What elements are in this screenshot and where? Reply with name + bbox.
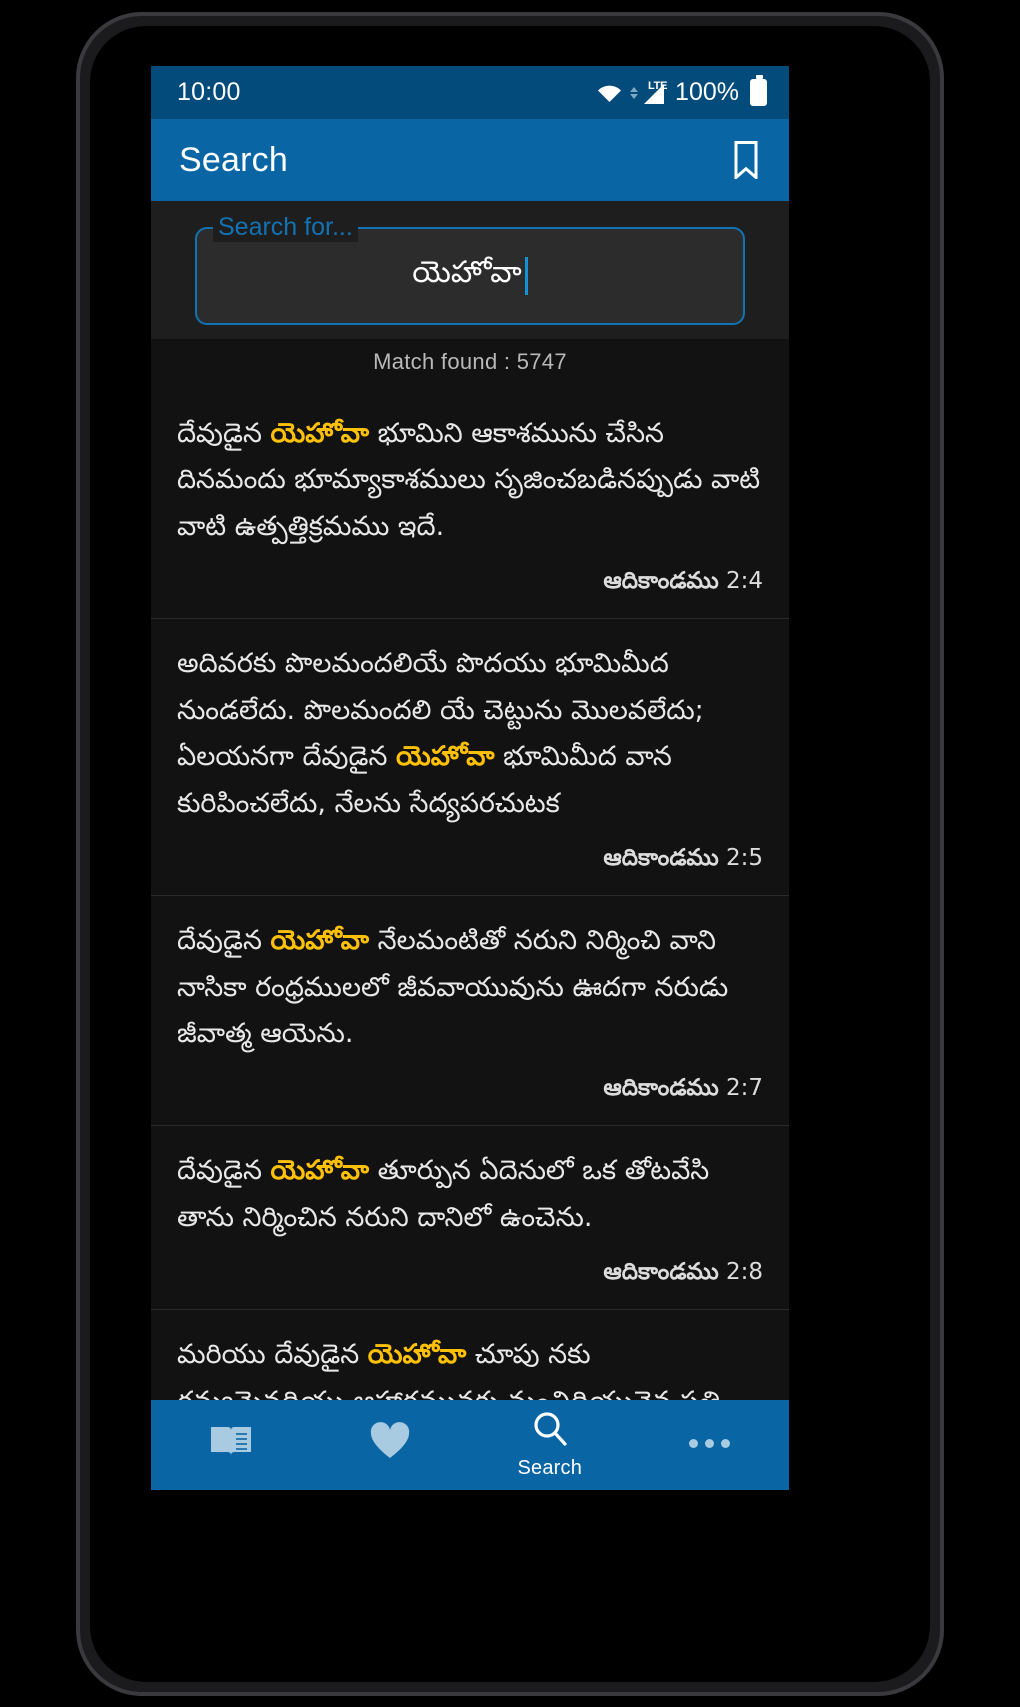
lte-signal-icon: LTE — [643, 79, 668, 105]
search-section: యెహోవా Search for... — [151, 201, 789, 339]
verse-reference: ఆదికాండము 2:7 — [177, 1075, 763, 1107]
search-field-wrapper[interactable]: యెహోవా Search for... — [195, 212, 745, 325]
more-icon — [688, 1438, 730, 1448]
nav-label-search: Search — [517, 1457, 583, 1479]
verse-chapter-verse: 2:8 — [725, 1259, 763, 1286]
search-input-value: యెహోవా — [412, 255, 522, 290]
verse-highlight: యెహోవా — [270, 925, 370, 957]
verse-reference: ఆదికాండము 2:5 — [177, 845, 763, 877]
list-item[interactable]: దేవుడైన యెహోవా తూర్పున ఏదెనులో ఒక తోటవేస… — [151, 1125, 789, 1309]
search-icon — [531, 1410, 569, 1453]
wifi-icon — [596, 82, 623, 103]
bottom-navigation-bar: Search — [151, 1400, 789, 1490]
battery-icon — [750, 75, 767, 106]
list-item[interactable]: అదివరకు పొలమందలియే పొదయు భూమిమీద నుండలేద… — [151, 618, 789, 895]
verse-text-pre: మరియు దేవుడైన — [177, 1339, 368, 1371]
book-icon — [209, 1423, 253, 1464]
verse-highlight: యెహోవా — [367, 1339, 467, 1371]
list-item[interactable]: దేవుడైన యెహోవా భూమిని ఆకాశమును చేసిన దిన… — [151, 389, 789, 618]
match-found-label: Match found : 5747 — [373, 349, 567, 374]
heart-icon — [369, 1421, 411, 1465]
verse-reference: ఆదికాండము 2:4 — [177, 568, 763, 600]
verse-highlight: యెహోవా — [270, 418, 370, 449]
verse-highlight: యెహోవా — [396, 741, 495, 773]
nav-item-favorites[interactable] — [311, 1400, 471, 1490]
match-count-strip: Match found : 5747 — [151, 339, 789, 389]
verse-chapter-verse: 2:4 — [725, 568, 763, 595]
nav-item-search[interactable]: Search — [470, 1400, 630, 1490]
verse-text-pre: దేవుడైన — [177, 925, 271, 957]
app-bar: Search — [151, 119, 789, 201]
verse-chapter-verse: 2:7 — [725, 1075, 763, 1102]
battery-percent-label: 100% — [675, 78, 739, 106]
verse-highlight: యెహోవా — [270, 1155, 370, 1187]
status-clock: 10:00 — [177, 78, 241, 106]
verse-text: దేవుడైన యెహోవా భూమిని ఆకాశమును చేసిన దిన… — [177, 411, 763, 550]
list-item[interactable]: దేవుడైన యెహోవా నేలమంటితో నరుని నిర్మించి… — [151, 895, 789, 1125]
verse-book: ఆదికాండము — [603, 1075, 719, 1102]
bookmark-icon[interactable] — [731, 141, 761, 179]
verse-book: ఆదికాండము — [603, 1259, 719, 1286]
app-screen: 10:00 LTE 100% Search యెహోవా Search for.… — [151, 66, 789, 1490]
nav-item-more[interactable] — [630, 1400, 790, 1490]
verse-text: దేవుడైన యెహోవా నేలమంటితో నరుని నిర్మించి… — [177, 918, 763, 1057]
verse-text: దేవుడైన యెహోవా తూర్పున ఏదెనులో ఒక తోటవేస… — [177, 1148, 763, 1241]
text-caret — [524, 257, 528, 295]
search-value-row: యెహోవా — [197, 255, 743, 297]
search-input-label: Search for... — [213, 212, 358, 242]
page-title: Search — [179, 140, 288, 179]
status-bar: 10:00 LTE 100% — [151, 66, 789, 119]
verse-chapter-verse: 2:5 — [725, 845, 763, 872]
verse-text-pre: దేవుడైన — [177, 1155, 271, 1187]
data-transfer-arrows-icon — [630, 86, 639, 99]
search-results-list[interactable]: దేవుడైన యెహోవా భూమిని ఆకాశమును చేసిన దిన… — [151, 389, 789, 1490]
verse-text-pre: దేవుడైన — [177, 418, 271, 449]
verse-text: అదివరకు పొలమందలియే పొదయు భూమిమీద నుండలేద… — [177, 641, 763, 827]
nav-item-book[interactable] — [151, 1400, 311, 1490]
lte-label: LTE — [648, 79, 668, 92]
verse-reference: ఆదికాండము 2:8 — [177, 1259, 763, 1291]
status-indicators: LTE 100% — [596, 75, 767, 107]
verse-book: ఆదికాండము — [603, 568, 719, 595]
verse-book: ఆదికాండము — [603, 845, 719, 872]
